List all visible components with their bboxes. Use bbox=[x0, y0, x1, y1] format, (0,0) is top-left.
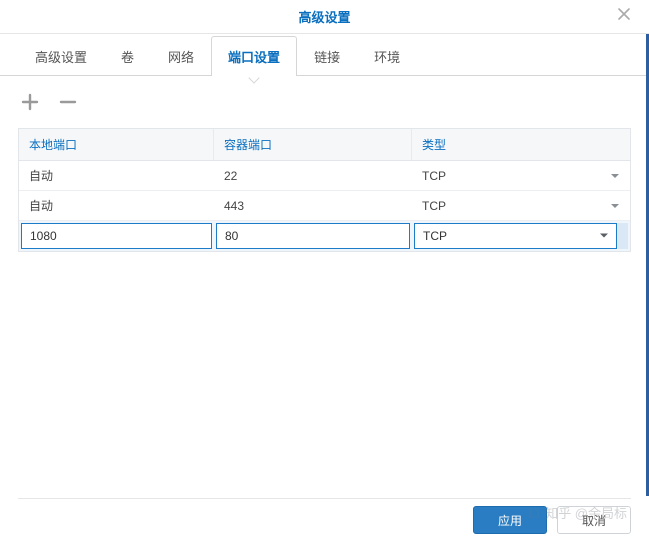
remove-icon[interactable] bbox=[56, 90, 80, 114]
chevron-down-icon[interactable] bbox=[610, 201, 620, 211]
container-port-input[interactable] bbox=[216, 223, 410, 249]
add-icon[interactable] bbox=[18, 90, 42, 114]
button-label: 取消 bbox=[582, 512, 606, 529]
local-port-input[interactable] bbox=[21, 223, 212, 249]
cell-type: TCP bbox=[412, 191, 630, 220]
apply-button[interactable]: 应用 bbox=[473, 506, 547, 534]
chevron-down-icon[interactable] bbox=[610, 171, 620, 181]
th-container-port[interactable]: 容器端口 bbox=[214, 129, 412, 160]
cell-type-value: TCP bbox=[422, 199, 446, 213]
tab-port-settings[interactable]: 端口设置 bbox=[211, 36, 297, 76]
modal-header: 高级设置 bbox=[0, 0, 649, 34]
tab-advanced[interactable]: 高级设置 bbox=[18, 36, 104, 76]
th-type[interactable]: 类型 bbox=[412, 129, 630, 160]
modal-title: 高级设置 bbox=[298, 7, 350, 26]
cell-type-value: TCP bbox=[422, 169, 446, 183]
tab-volume[interactable]: 卷 bbox=[104, 36, 151, 76]
footer: 应用 取消 bbox=[0, 496, 649, 544]
type-select[interactable] bbox=[414, 223, 617, 249]
tab-label: 卷 bbox=[121, 50, 134, 65]
table-row[interactable]: 自动 22 TCP bbox=[19, 161, 630, 191]
table-body: 自动 22 TCP 自动 443 TCP bbox=[19, 161, 630, 251]
cell-local: 自动 bbox=[19, 161, 214, 190]
cell-container: 443 bbox=[214, 191, 412, 220]
tab-label: 端口设置 bbox=[228, 50, 280, 65]
tab-label: 环境 bbox=[374, 50, 400, 65]
row-selection-handle[interactable] bbox=[617, 223, 628, 249]
tabs: 高级设置 卷 网络 端口设置 链接 环境 bbox=[0, 36, 649, 76]
port-table: 本地端口 容器端口 类型 自动 22 TCP 自动 443 TCP bbox=[18, 128, 631, 252]
cancel-button[interactable]: 取消 bbox=[557, 506, 631, 534]
th-local-port[interactable]: 本地端口 bbox=[19, 129, 214, 160]
cell-type: TCP bbox=[412, 161, 630, 190]
table-header: 本地端口 容器端口 类型 bbox=[19, 129, 630, 161]
tab-label: 高级设置 bbox=[35, 50, 87, 65]
close-icon[interactable] bbox=[617, 7, 635, 25]
toolbar bbox=[0, 76, 649, 120]
cell-container: 22 bbox=[214, 161, 412, 190]
table-row-editing[interactable] bbox=[19, 221, 630, 251]
button-label: 应用 bbox=[498, 512, 522, 529]
tab-label: 网络 bbox=[168, 50, 194, 65]
tab-links[interactable]: 链接 bbox=[297, 36, 357, 76]
tab-env[interactable]: 环境 bbox=[357, 36, 417, 76]
cell-local: 自动 bbox=[19, 191, 214, 220]
table-row[interactable]: 自动 443 TCP bbox=[19, 191, 630, 221]
tab-network[interactable]: 网络 bbox=[151, 36, 211, 76]
tab-label: 链接 bbox=[314, 50, 340, 65]
